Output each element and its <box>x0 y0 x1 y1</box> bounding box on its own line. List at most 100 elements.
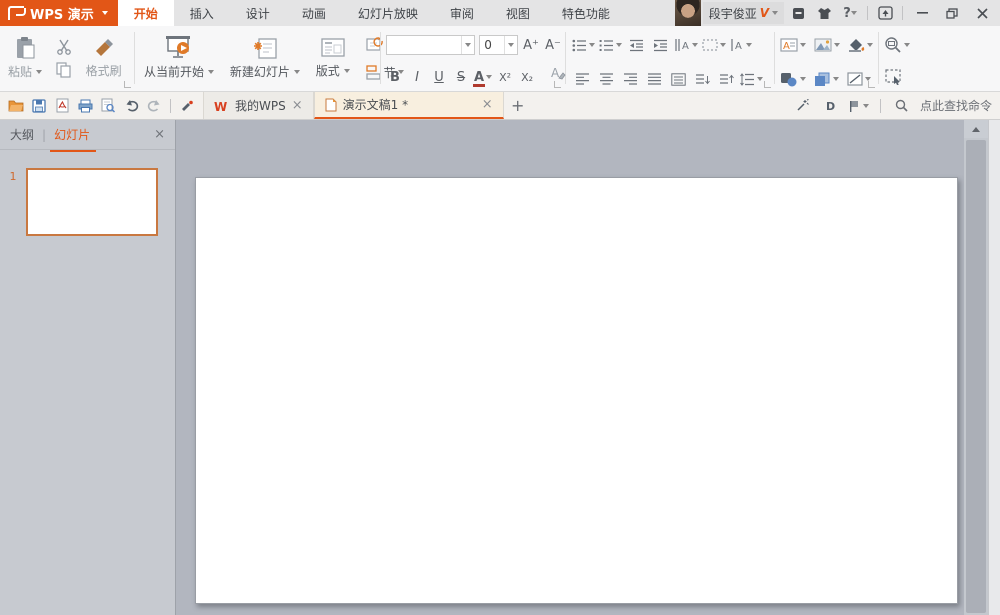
panel-tab-slides[interactable]: 幻灯片 <box>54 126 90 143</box>
hide-ribbon-button[interactable] <box>873 2 897 24</box>
decrease-spacing-button[interactable] <box>692 69 712 89</box>
print-button[interactable] <box>75 96 95 116</box>
arrange-button[interactable] <box>814 69 839 89</box>
user-avatar[interactable] <box>675 0 701 26</box>
fill-button[interactable] <box>848 35 873 55</box>
copy-button[interactable] <box>54 60 74 80</box>
new-slide-label: 新建幻灯片 <box>230 63 290 80</box>
find-command-label[interactable]: 点此查找命令 <box>920 97 992 114</box>
align-center-button[interactable] <box>596 69 616 89</box>
close-button[interactable] <box>968 2 996 24</box>
save-button[interactable] <box>29 96 49 116</box>
menu-tab-insert[interactable]: 插入 <box>174 0 230 26</box>
distribute-button[interactable] <box>668 69 688 89</box>
align-right-button[interactable] <box>620 69 640 89</box>
layout-button[interactable]: 版式 <box>310 28 356 88</box>
minimize-button[interactable] <box>908 2 936 24</box>
open-button[interactable] <box>6 96 26 116</box>
content-area: 大纲 | 幻灯片 × 1 <box>0 120 1000 615</box>
placeholder-outline-button[interactable] <box>702 35 726 55</box>
slide-thumbnail-1[interactable] <box>26 168 158 236</box>
paste-label: 粘贴 <box>8 63 32 80</box>
menu-tab-special-features[interactable]: 特色功能 <box>546 0 626 26</box>
text-direction-button[interactable]: A <box>674 35 698 55</box>
customize-qat-button[interactable] <box>177 96 197 116</box>
tab-my-wps[interactable]: W 我的WPS × <box>203 92 314 119</box>
strikethrough-button[interactable]: S <box>452 67 470 87</box>
switch-mode-button[interactable] <box>849 96 869 116</box>
underline-button[interactable]: U <box>430 67 448 87</box>
close-icon <box>977 8 988 19</box>
scrollbar-thumb[interactable] <box>966 140 986 613</box>
restore-button[interactable] <box>938 2 966 24</box>
slide-editing-surface[interactable] <box>195 177 958 604</box>
decrease-indent-button[interactable] <box>626 35 646 55</box>
clear-format-button[interactable]: A <box>548 63 568 83</box>
subscript-button[interactable]: X₂ <box>518 67 536 87</box>
format-painter-button[interactable]: 格式刷 <box>80 28 128 88</box>
italic-button[interactable]: I <box>408 67 426 87</box>
tab-close-icon[interactable]: × <box>292 98 303 113</box>
clipboard-expander[interactable] <box>124 81 131 88</box>
select-pane-button[interactable] <box>884 67 904 87</box>
shapes-button[interactable] <box>780 69 806 89</box>
panel-close-icon[interactable]: × <box>154 127 165 142</box>
shapes-icon <box>780 72 798 87</box>
menu-tab-design[interactable]: 设计 <box>230 0 286 26</box>
font-size-dropdown[interactable] <box>504 36 517 54</box>
magic-wand-button[interactable] <box>793 96 813 116</box>
switch-mode-caret-icon <box>863 104 869 108</box>
scrollbar-up-button[interactable] <box>964 120 988 138</box>
font-family-select[interactable] <box>386 35 475 55</box>
line-spacing-button[interactable] <box>740 69 763 89</box>
tab-presentation1[interactable]: 演示文稿1 * × <box>314 92 504 119</box>
find-replace-button[interactable] <box>884 35 910 55</box>
picture-button[interactable] <box>814 35 840 55</box>
superscript-button[interactable]: X² <box>496 67 514 87</box>
bullets-button[interactable] <box>572 35 595 55</box>
increase-spacing-button[interactable] <box>716 69 736 89</box>
vertical-scrollbar[interactable] <box>964 120 988 615</box>
undo-button[interactable] <box>121 96 141 116</box>
cut-button[interactable] <box>54 37 74 57</box>
new-slide-button[interactable]: 新建幻灯片 <box>224 28 306 88</box>
vertical-text-button[interactable]: A <box>730 35 752 55</box>
font-family-dropdown[interactable] <box>461 36 474 54</box>
help-button[interactable]: ? <box>838 2 862 24</box>
paste-button[interactable]: 粘贴 <box>2 28 48 88</box>
picture-caret-icon <box>834 43 840 47</box>
menu-tab-home[interactable]: 开始 <box>118 0 174 26</box>
redo-button[interactable] <box>144 96 164 116</box>
menu-tab-label: 审阅 <box>450 5 474 22</box>
tab-close-icon[interactable]: × <box>482 97 493 112</box>
skin-button[interactable] <box>812 2 836 24</box>
drawing-expander[interactable] <box>868 81 875 88</box>
menu-tab-label: 动画 <box>302 5 326 22</box>
paragraph-expander[interactable] <box>764 81 771 88</box>
menu-tab-review[interactable]: 审阅 <box>434 0 490 26</box>
message-center-button[interactable] <box>786 2 810 24</box>
justify-button[interactable] <box>644 69 664 89</box>
grow-font-button[interactable]: A⁺ <box>522 35 540 55</box>
find-command-button[interactable] <box>892 96 912 116</box>
panel-tab-outline[interactable]: 大纲 <box>10 126 34 143</box>
menu-tab-animation[interactable]: 动画 <box>286 0 342 26</box>
ribbon-separator <box>878 32 879 84</box>
menu-tab-view[interactable]: 视图 <box>490 0 546 26</box>
text-box-button[interactable]: A <box>780 35 806 55</box>
app-menu-button[interactable]: WPS 演示 <box>0 0 118 26</box>
night-mode-button[interactable]: D <box>821 96 841 116</box>
user-account-button[interactable]: 段宇俊亚 V <box>703 2 784 24</box>
align-left-button[interactable] <box>572 69 592 89</box>
bold-button[interactable]: B <box>386 67 404 87</box>
numbering-button[interactable] <box>599 35 622 55</box>
new-tab-button[interactable]: + <box>504 92 532 119</box>
svg-text:W: W <box>214 100 227 112</box>
font-size-select[interactable]: 0 <box>479 35 518 55</box>
print-preview-button[interactable] <box>98 96 118 116</box>
menu-tab-slideshow[interactable]: 幻灯片放映 <box>342 0 434 26</box>
font-color-button[interactable]: A <box>474 67 492 87</box>
play-from-current-button[interactable]: 从当前开始 <box>138 28 220 88</box>
increase-indent-button[interactable] <box>650 35 670 55</box>
export-pdf-button[interactable] <box>52 96 72 116</box>
